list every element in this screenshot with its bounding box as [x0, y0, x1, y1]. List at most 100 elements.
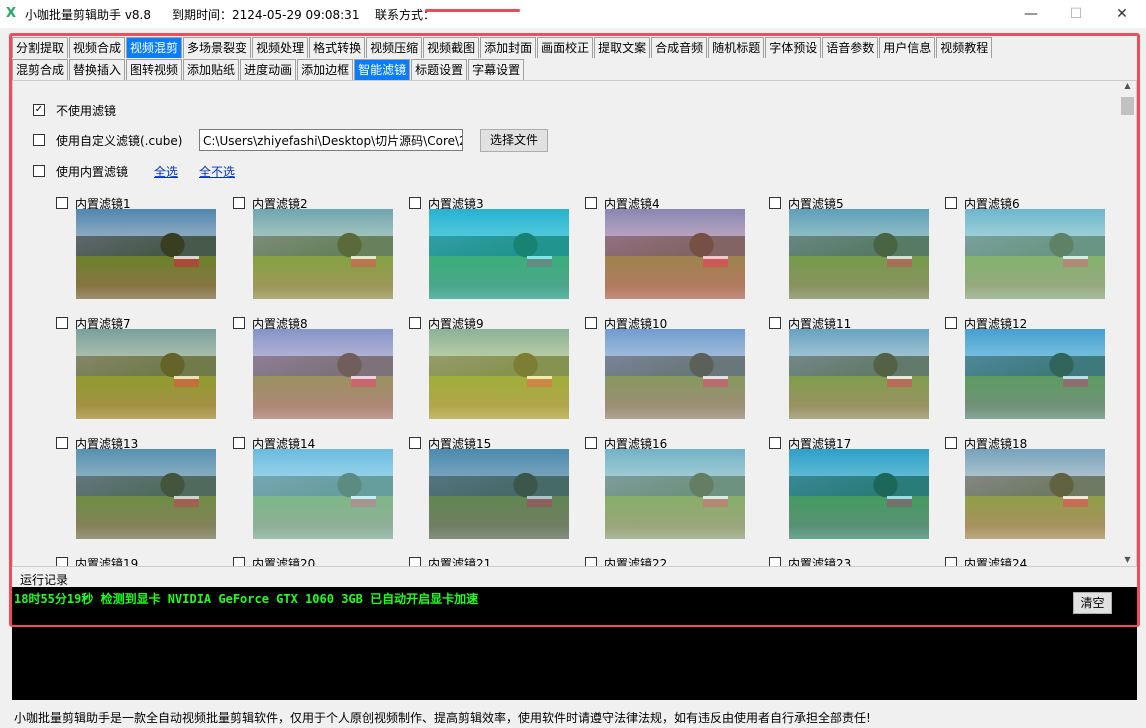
filter-preview-image[interactable] [605, 449, 745, 539]
filter-checkbox[interactable] [585, 557, 597, 566]
main-tab[interactable]: 用户信息 [879, 37, 936, 58]
filter-preview-image[interactable] [965, 449, 1105, 539]
filter-preview-image[interactable] [789, 329, 929, 419]
title-bar: X 小咖批量剪辑助手 v8.8 到期时间：2124-05-29 09:08:31… [0, 0, 1146, 28]
filter-preview-image[interactable] [605, 329, 745, 419]
filter-checkbox[interactable] [769, 557, 781, 566]
no-filter-checkbox[interactable]: ✓ [33, 104, 45, 116]
scrollbar-thumb[interactable] [1121, 97, 1134, 115]
vertical-scrollbar[interactable]: ▲ ▼ [1119, 81, 1136, 566]
filter-checkbox[interactable] [233, 557, 245, 566]
filter-checkbox[interactable] [945, 197, 957, 209]
main-tab[interactable]: 随机标题 [708, 37, 765, 58]
maximize-button[interactable]: ☐ [1053, 0, 1099, 28]
main-tab[interactable]: 提取文案 [594, 37, 651, 58]
filter-preview-image[interactable] [76, 329, 216, 419]
expiry-time: 到期时间：2124-05-29 09:08:31 [172, 8, 360, 22]
filter-preview-image[interactable] [605, 209, 745, 299]
filter-preview-image[interactable] [253, 329, 393, 419]
app-title: 小咖批量剪辑助手 v8.8 [25, 8, 152, 22]
filter-checkbox[interactable] [945, 317, 957, 329]
choose-file-button[interactable]: 选择文件 [480, 129, 548, 152]
scroll-up-icon[interactable]: ▲ [1119, 81, 1136, 90]
filter-checkbox[interactable] [769, 197, 781, 209]
close-button[interactable]: ✕ [1099, 0, 1145, 28]
filter-checkbox[interactable] [233, 317, 245, 329]
filter-preview-image[interactable] [965, 209, 1105, 299]
filter-checkbox[interactable] [409, 317, 421, 329]
main-tab[interactable]: 格式转换 [309, 37, 366, 58]
main-tab[interactable]: 视频教程 [936, 37, 993, 58]
sub-tab[interactable]: 添加边框 [297, 59, 354, 80]
filter-preview-image[interactable] [76, 209, 216, 299]
main-tab[interactable]: 画面校正 [537, 37, 594, 58]
log-area-lower [12, 627, 1137, 700]
main-tab[interactable]: 视频合成 [69, 37, 126, 58]
clear-log-button[interactable]: 清空 [1073, 592, 1112, 614]
filter-label: 内置滤镜24 [964, 557, 1028, 567]
filter-checkbox[interactable] [945, 557, 957, 566]
filter-checkbox[interactable] [56, 317, 68, 329]
filter-checkbox[interactable] [585, 437, 597, 449]
filter-checkbox[interactable] [409, 437, 421, 449]
main-tab[interactable]: 分割提取 [12, 37, 69, 58]
no-filter-label: 不使用滤镜 [56, 104, 117, 118]
filter-label: 内置滤镜19 [75, 557, 139, 567]
main-tabs: 分割提取 视频合成 视频混剪 多场景裂变 视频处理 格式转换 视频压缩 视频截图 添加封面 画面校… [12, 37, 993, 58]
filter-label: 内置滤镜20 [252, 557, 316, 567]
redacted-contact [425, 9, 520, 12]
filter-preview-image[interactable] [253, 209, 393, 299]
select-all-link[interactable]: 全选 [154, 163, 178, 180]
filter-preview-image[interactable] [429, 329, 569, 419]
filter-checkbox[interactable] [409, 197, 421, 209]
sub-tab[interactable]: 标题设置 [411, 59, 468, 80]
filter-preview-image[interactable] [789, 449, 929, 539]
log-label: 运行记录 [20, 573, 69, 587]
filter-preview-image[interactable] [76, 449, 216, 539]
main-tab[interactable]: 视频截图 [423, 37, 480, 58]
main-tab[interactable]: 视频混剪 [126, 37, 183, 58]
sub-tab[interactable]: 进度动画 [240, 59, 297, 80]
sub-tab[interactable]: 替换插入 [69, 59, 126, 80]
main-tab[interactable]: 字体预设 [765, 37, 822, 58]
filter-checkbox[interactable] [585, 317, 597, 329]
builtin-filter-checkbox[interactable] [33, 165, 45, 177]
select-none-link[interactable]: 全不选 [199, 163, 235, 180]
sub-tab[interactable]: 混剪合成 [12, 59, 69, 80]
filter-checkbox[interactable] [769, 437, 781, 449]
sub-tab[interactable]: 图转视频 [126, 59, 183, 80]
main-tab[interactable]: 合成音频 [651, 37, 708, 58]
custom-filter-label: 使用自定义滤镜(.cube) [56, 134, 183, 148]
custom-filter-checkbox[interactable] [33, 134, 45, 146]
filter-panel: ✓ 不使用滤镜 使用自定义滤镜(.cube) C:\Users\zhiyefas… [12, 80, 1137, 567]
main-tab[interactable]: 语音参数 [822, 37, 879, 58]
log-output: 18时55分19秒 检测到显卡 NVIDIA GeForce GTX 1060 … [12, 587, 1137, 625]
filter-label: 内置滤镜22 [604, 557, 668, 567]
filter-preview-image[interactable] [965, 329, 1105, 419]
sub-tab[interactable]: 字幕设置 [468, 59, 525, 80]
custom-filter-path-input[interactable]: C:\Users\zhiyefashi\Desktop\切片源码\Core\2 [199, 129, 463, 151]
filter-checkbox[interactable] [233, 437, 245, 449]
filter-checkbox[interactable] [56, 437, 68, 449]
filter-checkbox[interactable] [769, 317, 781, 329]
main-tab[interactable]: 多场景裂变 [183, 37, 252, 58]
filter-preview-image[interactable] [789, 209, 929, 299]
filter-checkbox[interactable] [409, 557, 421, 566]
filter-checkbox[interactable] [945, 437, 957, 449]
filter-checkbox[interactable] [233, 197, 245, 209]
main-tab[interactable]: 视频压缩 [366, 37, 423, 58]
sub-tab[interactable]: 添加贴纸 [183, 59, 240, 80]
scroll-down-icon[interactable]: ▼ [1119, 555, 1136, 564]
main-tab[interactable]: 视频处理 [252, 37, 309, 58]
filter-preview-image[interactable] [429, 449, 569, 539]
filter-preview-image[interactable] [429, 209, 569, 299]
filter-preview-image[interactable] [253, 449, 393, 539]
filter-checkbox[interactable] [56, 557, 68, 566]
sub-tab[interactable]: 智能滤镜 [354, 59, 411, 80]
minimize-button[interactable]: — [1008, 0, 1054, 28]
filter-checkbox[interactable] [585, 197, 597, 209]
filter-label: 内置滤镜23 [788, 557, 852, 567]
sub-tabs: 混剪合成 替换插入 图转视频 添加贴纸 进度动画 添加边框 智能滤镜 标题设置 字幕设置 [12, 59, 525, 80]
filter-checkbox[interactable] [56, 197, 68, 209]
main-tab[interactable]: 添加封面 [480, 37, 537, 58]
